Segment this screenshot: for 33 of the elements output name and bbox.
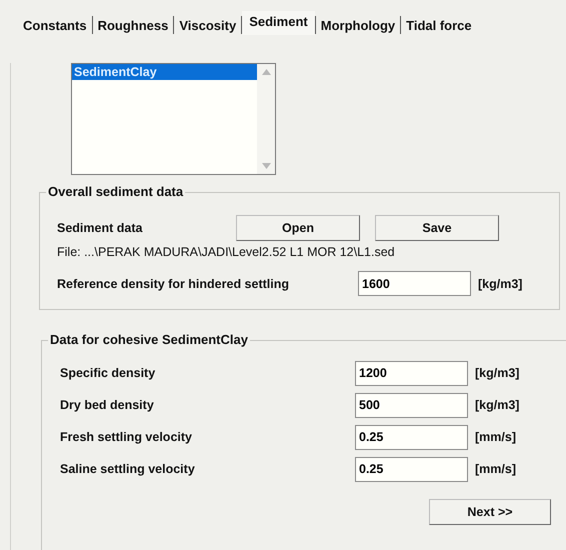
list-item[interactable]: SedimentClay — [72, 64, 257, 80]
tab[interactable]: Constants — [18, 18, 92, 32]
input-field[interactable]: 0.25 — [355, 456, 468, 482]
field-label: Dry bed density — [60, 398, 155, 412]
input-field[interactable]: 1200 — [355, 360, 468, 386]
scrollbar[interactable] — [257, 64, 275, 174]
input-field[interactable]: 0.25 — [355, 424, 468, 450]
field-label: Specific density — [60, 366, 156, 380]
unit-label: [kg/m3] — [478, 276, 522, 290]
unit-label: [mm/s] — [475, 430, 516, 444]
scroll-down-icon[interactable] — [262, 163, 270, 169]
file-path: File: ...\PERAK MADURA\JADI\Level2.52 L1 MOR 12\L1.sed — [57, 245, 396, 259]
group-title: Overall sediment data — [46, 184, 186, 199]
input-field[interactable]: 1600 — [358, 271, 471, 296]
dialog-button[interactable]: Save — [375, 215, 499, 241]
tab[interactable]: Sediment — [242, 11, 315, 35]
tab[interactable]: Roughness — [92, 18, 174, 32]
next-button[interactable]: Next >> — [429, 499, 551, 525]
unit-label: [mm/s] — [475, 462, 516, 476]
group-title: Data for cohesive SedimentClay — [48, 332, 250, 347]
unit-label: [kg/m3] — [475, 366, 520, 380]
field-label: Sediment data — [57, 221, 144, 235]
input-field[interactable]: 500 — [355, 392, 468, 418]
tab[interactable]: Morphology — [316, 18, 400, 32]
field-label: Reference density for hindered settling — [57, 276, 290, 290]
field-label: Fresh settling velocity — [60, 430, 193, 444]
unit-label: [kg/m3] — [475, 398, 520, 412]
dialog-button[interactable]: Open — [236, 215, 360, 241]
sediment-listbox[interactable]: SedimentClay — [71, 63, 276, 175]
scroll-up-icon[interactable] — [262, 69, 270, 75]
tab[interactable]: Viscosity — [174, 18, 242, 32]
field-label: Saline settling velocity — [60, 462, 196, 476]
tab[interactable]: Tidal force — [401, 18, 477, 32]
